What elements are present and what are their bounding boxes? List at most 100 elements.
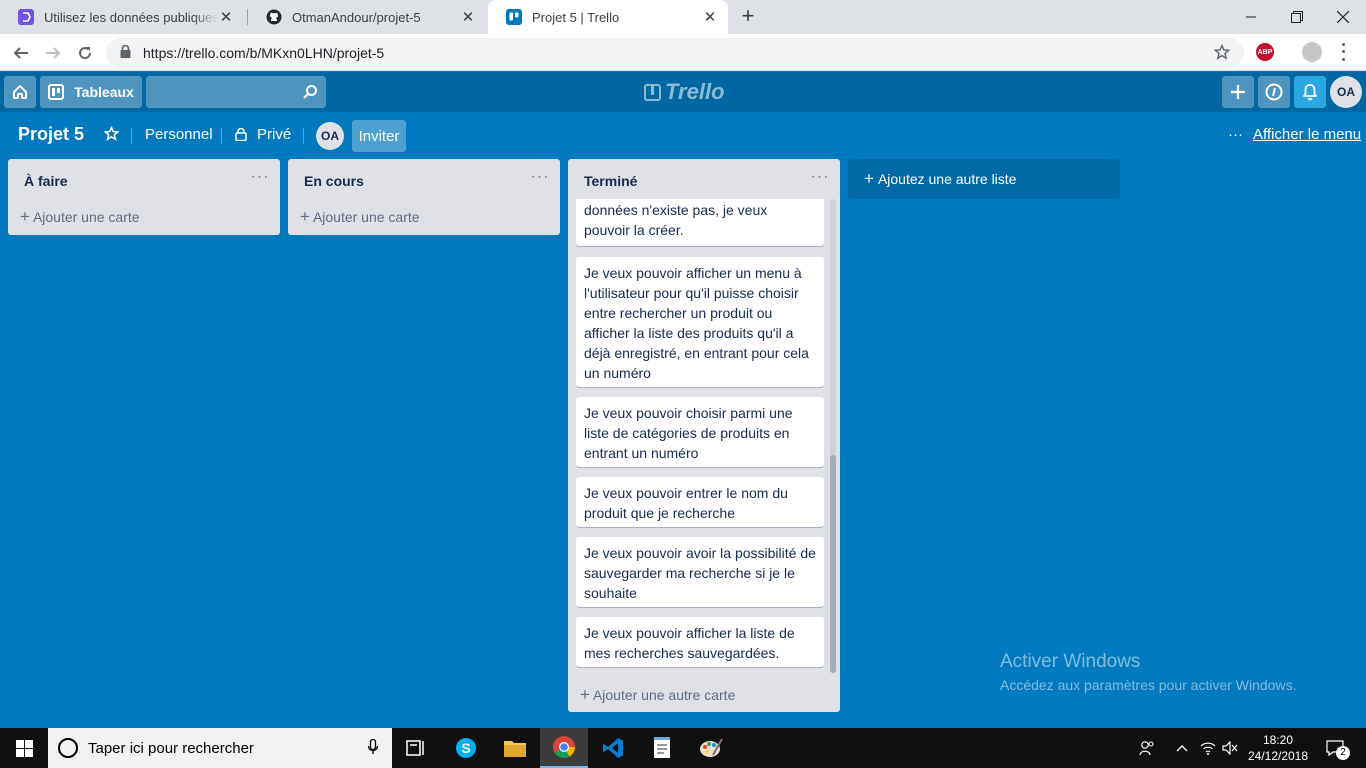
info-icon — [1265, 83, 1283, 101]
visibility-label: Privé — [257, 126, 292, 143]
card[interactable]: Je veux pouvoir avoir la possibilité de … — [576, 537, 824, 607]
adblock-extension-icon[interactable]: ABP — [1256, 43, 1274, 61]
new-tab-button[interactable]: + — [736, 4, 760, 28]
close-window-icon[interactable] — [1320, 0, 1366, 34]
paint-icon[interactable] — [687, 728, 735, 768]
divider — [131, 128, 132, 144]
restore-icon[interactable] — [1274, 0, 1320, 34]
list-termine: Terminé ··· données n'existe pas, je veu… — [568, 159, 840, 712]
reload-icon[interactable] — [72, 40, 98, 66]
notification-center-icon[interactable]: 2 — [1322, 728, 1350, 768]
microphone-icon[interactable] — [367, 738, 379, 758]
notifications-button[interactable] — [1294, 76, 1326, 108]
chevron-up-icon[interactable] — [1172, 728, 1192, 768]
tab-title: Utilisez les données publiques de — [44, 9, 218, 25]
windows-taskbar: Taper ici pour rechercher S 18:20 24/12/… — [0, 728, 1366, 768]
add-card-button[interactable]: + Ajouter une autre carte — [580, 685, 735, 705]
create-button[interactable] — [1222, 76, 1254, 108]
board-member-avatar[interactable]: OA — [316, 122, 344, 150]
list-menu-icon[interactable]: ··· — [808, 167, 832, 191]
info-button[interactable] — [1258, 76, 1290, 108]
browser-tab[interactable]: Utilisez les données publiques de ✕ — [0, 0, 244, 34]
close-tab-icon[interactable]: ✕ — [702, 8, 718, 26]
plus-icon — [1231, 85, 1245, 99]
search-icon — [303, 85, 317, 99]
divider — [303, 128, 304, 144]
list-menu-icon[interactable]: ··· — [528, 167, 552, 191]
activate-windows-watermark: Activer Windows Accédez aux paramètres p… — [1000, 651, 1296, 693]
skype-icon[interactable]: S — [442, 728, 490, 768]
add-card-button[interactable]: + Ajouter une carte — [20, 207, 140, 227]
home-icon — [13, 85, 27, 99]
network-icon[interactable] — [1198, 728, 1218, 768]
add-card-label: Ajouter une carte — [312, 209, 420, 225]
list-title[interactable]: En cours — [304, 173, 364, 189]
notification-count-badge: 2 — [1336, 746, 1350, 760]
oc-icon — [18, 9, 34, 25]
card[interactable]: Je veux pouvoir choisir parmi une liste … — [576, 397, 824, 467]
chrome-icon[interactable] — [540, 728, 588, 768]
list-menu-icon[interactable]: ··· — [248, 167, 272, 191]
profile-icon[interactable] — [1302, 42, 1322, 62]
address-bar[interactable]: https://trello.com/b/MKxn0LHN/projet-5 — [106, 38, 1244, 67]
taskbar-search-input[interactable]: Taper ici pour rechercher — [48, 728, 392, 768]
team-button[interactable]: Personnel — [145, 126, 213, 143]
svg-text:S: S — [461, 740, 470, 756]
logo-text: Trello — [665, 79, 725, 104]
list-scrollbar[interactable] — [830, 199, 836, 673]
people-icon[interactable] — [1136, 728, 1158, 768]
file-explorer-icon[interactable] — [491, 728, 539, 768]
back-icon[interactable] — [8, 40, 34, 66]
notepad-icon[interactable] — [638, 728, 686, 768]
watermark-subtitle: Accédez aux paramètres pour activer Wind… — [1000, 677, 1297, 693]
bell-icon — [1303, 84, 1317, 101]
board-header: Projet 5 Personnel Privé OA Inviter ··· A… — [0, 112, 1366, 158]
browser-toolbar: https://trello.com/b/MKxn0LHN/projet-5 — [0, 34, 1366, 71]
card[interactable]: Je veux pouvoir afficher la liste de mes… — [576, 617, 824, 667]
card[interactable]: Je veux pouvoir entrer le nom du produit… — [576, 477, 824, 527]
boards-icon — [48, 84, 65, 100]
trello-logo[interactable]: Trello — [644, 79, 725, 104]
add-list-button[interactable]: + Ajoutez une autre liste — [848, 159, 1120, 199]
list-title[interactable]: Terminé — [584, 173, 637, 189]
divider — [221, 128, 222, 144]
header-search-input[interactable] — [146, 76, 326, 108]
minimize-icon[interactable] — [1228, 0, 1274, 34]
volume-muted-icon[interactable] — [1220, 728, 1240, 768]
add-list-label: Ajoutez une autre liste — [877, 171, 1017, 187]
forward-icon[interactable] — [40, 40, 66, 66]
tab-title: Projet 5 | Trello — [532, 9, 620, 25]
add-card-button[interactable]: + Ajouter une carte — [300, 207, 420, 227]
home-button[interactable] — [4, 76, 36, 108]
card[interactable]: données n'existe pas, je veux pouvoir la… — [576, 199, 824, 246]
vscode-icon[interactable] — [589, 728, 637, 768]
list-title[interactable]: À faire — [24, 173, 68, 189]
close-tab-icon[interactable]: ✕ — [460, 8, 476, 26]
bookmark-star-icon[interactable] — [1213, 43, 1231, 63]
browser-menu-icon[interactable] — [1338, 41, 1348, 63]
system-clock[interactable]: 18:20 24/12/2018 — [1245, 732, 1311, 764]
cortana-icon — [58, 738, 78, 758]
boards-label: Tableaux — [74, 84, 134, 100]
browser-tab[interactable]: OtmanAndour/projet-5 ✕ — [248, 0, 486, 34]
clock-time: 18:20 — [1262, 733, 1294, 747]
star-board-icon[interactable] — [103, 125, 120, 145]
add-card-label: Ajouter une carte — [32, 209, 140, 225]
visibility-button[interactable]: Privé — [235, 126, 291, 143]
list-a-faire: À faire ··· + Ajouter une carte — [8, 159, 280, 235]
windows-start-icon[interactable] — [0, 728, 48, 768]
show-menu-button[interactable]: ··· Afficher le menu — [1228, 126, 1361, 143]
boards-button[interactable]: Tableaux — [40, 76, 142, 108]
board-title[interactable]: Projet 5 — [18, 124, 84, 145]
card[interactable]: Je veux pouvoir afficher un menu à l'uti… — [576, 257, 824, 387]
trello-logo-icon — [644, 83, 661, 101]
user-avatar[interactable]: OA — [1330, 76, 1362, 108]
task-view-icon[interactable] — [392, 728, 440, 768]
search-placeholder: Taper ici pour rechercher — [88, 739, 254, 757]
close-tab-icon[interactable]: ✕ — [218, 8, 234, 26]
trello-icon — [506, 9, 522, 25]
scrollbar-thumb[interactable] — [830, 455, 836, 673]
invite-button[interactable]: Inviter — [352, 120, 406, 152]
browser-tab-active[interactable]: Projet 5 | Trello ✕ — [488, 0, 728, 34]
cards-container: données n'existe pas, je veux pouvoir la… — [576, 199, 828, 669]
